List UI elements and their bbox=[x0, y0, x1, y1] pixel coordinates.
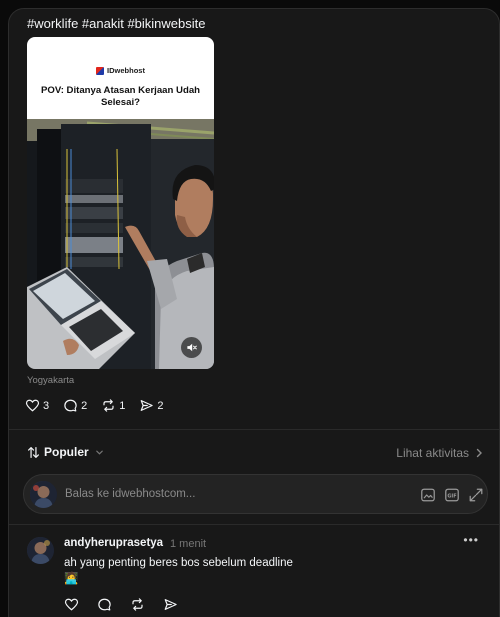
sort-dropdown[interactable]: Populer bbox=[27, 445, 104, 459]
gif-icon[interactable]: GIF bbox=[444, 487, 460, 503]
speaker-muted-icon bbox=[187, 343, 197, 352]
video-title: POV: Ditanya Atasan Kerjaan Udah Selesai… bbox=[40, 85, 201, 108]
expand-icon[interactable] bbox=[468, 487, 484, 503]
like-count: 3 bbox=[43, 399, 50, 412]
post-video[interactable]: IDwebhost POV: Ditanya Atasan Kerjaan Ud… bbox=[27, 37, 214, 369]
avatar bbox=[30, 481, 57, 508]
post-hashtags[interactable]: #worklife #anakit #bikinwebsite bbox=[27, 16, 205, 31]
comment-bubble-icon bbox=[64, 399, 77, 412]
send-icon[interactable] bbox=[163, 597, 178, 612]
repost-count: 1 bbox=[119, 399, 126, 412]
reply-button[interactable]: 2 bbox=[63, 398, 87, 413]
post-actions: 3 2 1 2 bbox=[25, 398, 178, 413]
send-icon bbox=[141, 400, 154, 411]
thread-panel: #worklife #anakit #bikinwebsite IDwebhos… bbox=[8, 8, 500, 617]
idwebhost-logo-icon bbox=[96, 66, 105, 75]
view-activity-link[interactable]: Lihat aktivitas bbox=[396, 446, 483, 460]
avatar-image bbox=[30, 481, 57, 508]
sort-label: Populer bbox=[44, 445, 89, 459]
video-frame bbox=[27, 119, 214, 369]
repost-icon[interactable] bbox=[130, 597, 145, 612]
server-room-illustration bbox=[27, 119, 214, 369]
repost-icon bbox=[103, 399, 114, 412]
avatar-image bbox=[27, 537, 54, 564]
reply-count: 2 bbox=[81, 399, 88, 412]
reply-input[interactable] bbox=[65, 486, 365, 502]
comment-time: 1 menit bbox=[170, 538, 207, 550]
heart-icon[interactable] bbox=[64, 597, 79, 612]
video-brand-label: IDwebhost bbox=[107, 66, 145, 75]
repost-button[interactable]: 1 bbox=[101, 398, 125, 413]
image-upload-icon[interactable] bbox=[420, 487, 436, 503]
reply-composer[interactable]: GIF bbox=[23, 474, 488, 514]
share-count: 2 bbox=[157, 399, 164, 412]
chevron-down-icon bbox=[95, 450, 103, 455]
mute-toggle-button[interactable] bbox=[181, 337, 202, 358]
video-brand: IDwebhost bbox=[27, 66, 214, 75]
commenter-avatar[interactable] bbox=[27, 537, 54, 564]
comment-username[interactable]: andyheruprasetya bbox=[64, 537, 163, 549]
post-location[interactable]: Yogyakarta bbox=[27, 375, 74, 386]
comment-text: ah yang penting beres bos sebelum deadli… bbox=[64, 557, 293, 585]
section-divider bbox=[9, 429, 499, 430]
more-options-icon[interactable]: ••• bbox=[463, 533, 479, 547]
chevron-right-icon bbox=[476, 448, 482, 458]
comment-bubble-icon[interactable] bbox=[97, 597, 112, 612]
video-header: IDwebhost POV: Ditanya Atasan Kerjaan Ud… bbox=[27, 37, 214, 119]
view-activity-label: Lihat aktivitas bbox=[396, 446, 469, 460]
like-button[interactable]: 3 bbox=[25, 398, 49, 413]
heart-icon bbox=[25, 399, 40, 412]
share-button[interactable]: 2 bbox=[139, 398, 164, 413]
section-divider bbox=[9, 524, 499, 525]
sort-arrows-icon bbox=[28, 446, 39, 458]
comment-actions bbox=[64, 597, 178, 612]
svg-text:GIF: GIF bbox=[447, 493, 456, 499]
